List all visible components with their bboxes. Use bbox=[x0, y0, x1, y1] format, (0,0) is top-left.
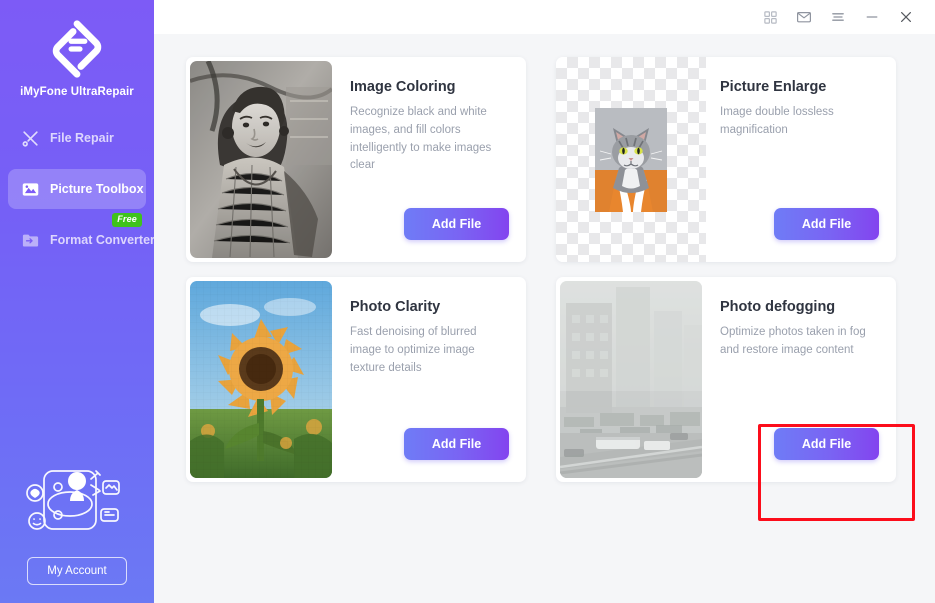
wrench-screwdriver-icon bbox=[20, 128, 40, 148]
card-title: Photo Clarity bbox=[350, 299, 441, 315]
grid-apps-icon[interactable] bbox=[755, 4, 785, 30]
sidebar-item-label: File Repair bbox=[50, 131, 114, 145]
hamburger-menu-icon[interactable] bbox=[823, 4, 853, 30]
folder-convert-icon bbox=[20, 230, 40, 250]
card-description: Image double lossless magnification bbox=[720, 106, 834, 136]
transparency-checkerboard bbox=[556, 57, 706, 262]
pixelated-sunflower-thumb bbox=[190, 281, 332, 478]
card-title: Picture Enlarge bbox=[720, 79, 827, 95]
add-file-button[interactable]: Add File bbox=[774, 428, 879, 460]
add-file-button[interactable]: Add File bbox=[404, 208, 509, 240]
titlebar bbox=[154, 0, 935, 34]
feature-card-picture-enlarge[interactable]: Picture Enlarge Image double lossless ma… bbox=[556, 57, 896, 262]
main-area: Image Coloring Recognize black and white… bbox=[154, 0, 935, 603]
feature-card-image-coloring[interactable]: Image Coloring Recognize black and white… bbox=[186, 57, 526, 262]
sidebar: iMyFone UltraRepair File Repair Picture … bbox=[0, 0, 154, 603]
sidebar-item-label: Format Converter bbox=[50, 233, 154, 247]
sidebar-footer: My Account bbox=[0, 455, 154, 585]
card-body: Image Coloring Recognize black and white… bbox=[336, 57, 526, 262]
mail-envelope-icon[interactable] bbox=[789, 4, 819, 30]
cat-thumb bbox=[595, 107, 667, 212]
foggy-cityscape-thumb bbox=[560, 281, 702, 478]
card-description: Optimize photos taken in fog and restore… bbox=[720, 326, 866, 356]
sidebar-nav: File Repair Picture Toolbox Format Conve… bbox=[0, 118, 154, 260]
sidebar-item-picture-toolbox[interactable]: Picture Toolbox bbox=[8, 169, 146, 209]
card-body: Photo defogging Optimize photos taken in… bbox=[706, 277, 896, 482]
image-picture-icon bbox=[20, 179, 40, 199]
close-icon[interactable] bbox=[891, 4, 921, 30]
minimize-icon[interactable] bbox=[857, 4, 887, 30]
card-thumbnail bbox=[186, 277, 336, 482]
feature-card-photo-defogging[interactable]: Photo defogging Optimize photos taken in… bbox=[556, 277, 896, 482]
card-thumbnail bbox=[556, 277, 706, 482]
card-thumbnail bbox=[556, 57, 706, 262]
card-body: Photo Clarity Fast denoising of blurred … bbox=[336, 277, 526, 482]
brand-name: iMyFone UltraRepair bbox=[20, 86, 134, 98]
card-body: Picture Enlarge Image double lossless ma… bbox=[706, 57, 896, 262]
feature-card-grid: Image Coloring Recognize black and white… bbox=[186, 57, 915, 482]
add-file-button[interactable]: Add File bbox=[404, 428, 509, 460]
brand: iMyFone UltraRepair bbox=[0, 0, 154, 98]
sidebar-item-format-converter[interactable]: Format Converter Free bbox=[8, 213, 154, 260]
card-description: Fast denoising of blurred image to optim… bbox=[350, 326, 477, 374]
free-badge: Free bbox=[112, 213, 142, 227]
bw-portrait-woman-thumb bbox=[190, 61, 332, 258]
card-thumbnail bbox=[186, 57, 336, 262]
diamond-f-logo-icon bbox=[52, 20, 102, 78]
account-illustration-icon bbox=[26, 470, 120, 530]
app-window: iMyFone UltraRepair File Repair Picture … bbox=[0, 0, 935, 603]
content-area: Image Coloring Recognize black and white… bbox=[154, 34, 935, 603]
card-title: Image Coloring bbox=[350, 79, 456, 95]
sidebar-item-file-repair[interactable]: File Repair bbox=[8, 118, 146, 158]
card-description: Recognize black and white images, and fi… bbox=[350, 106, 492, 172]
my-account-button[interactable]: My Account bbox=[27, 557, 127, 585]
feature-card-photo-clarity[interactable]: Photo Clarity Fast denoising of blurred … bbox=[186, 277, 526, 482]
sidebar-item-label: Picture Toolbox bbox=[50, 182, 144, 196]
add-file-button[interactable]: Add File bbox=[774, 208, 879, 240]
card-title: Photo defogging bbox=[720, 299, 836, 315]
